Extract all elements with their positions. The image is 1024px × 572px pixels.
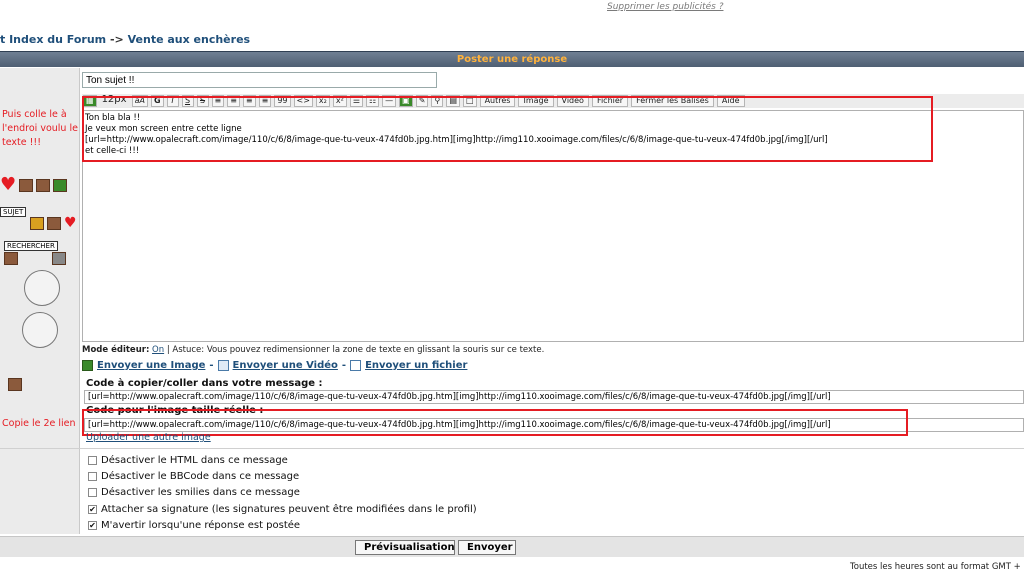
creeper-smiley-icon[interactable] bbox=[53, 178, 68, 192]
submit-button[interactable]: Envoyer bbox=[458, 540, 516, 555]
paste-annotation: Puis colle le à l'endroi voulu le texte … bbox=[2, 109, 78, 148]
option-label: Attacher sa signature (les signatures pe… bbox=[101, 503, 477, 515]
block-smiley-icon[interactable] bbox=[47, 216, 61, 230]
editor-tip: | Astuce: Vous pouvez redimensionner la … bbox=[164, 345, 545, 355]
editor-mode-label: Mode éditeur: bbox=[82, 345, 150, 355]
option-row[interactable]: Désactiver le HTML dans ce message bbox=[88, 452, 477, 468]
paste-highlight-box bbox=[82, 96, 933, 162]
option-checkbox[interactable]: ✔ bbox=[88, 504, 97, 514]
editor-mode-toggle[interactable]: On bbox=[152, 345, 164, 355]
breadcrumb-current-link[interactable]: Vente aux enchères bbox=[128, 33, 250, 46]
send-video-link[interactable]: Envoyer une Vidéo bbox=[233, 360, 338, 371]
subject-input[interactable] bbox=[82, 72, 437, 88]
sujet-tag-smiley[interactable]: SUJET bbox=[0, 207, 27, 217]
block-smiley-icon[interactable] bbox=[30, 216, 44, 230]
send-file-link[interactable]: Envoyer un fichier bbox=[365, 360, 467, 371]
copy-annotation: Copie le 2e lien bbox=[2, 418, 76, 429]
breadcrumb: t Index du Forum -> Vente aux enchères bbox=[0, 33, 250, 46]
post-options: Désactiver le HTML dans ce message Désact… bbox=[88, 452, 477, 533]
option-row[interactable]: ✔ Attacher sa signature (les signatures p… bbox=[88, 501, 477, 517]
option-label: M'avertir lorsqu'une réponse est postée bbox=[101, 519, 301, 531]
face-smiley-icon[interactable] bbox=[22, 312, 58, 348]
divider bbox=[0, 448, 1024, 449]
option-checkbox[interactable] bbox=[88, 488, 97, 498]
upload-links: Envoyer une Image - Envoyer une Vidéo - … bbox=[82, 360, 467, 371]
option-row[interactable]: ✔ M'avertir lorsqu'une réponse est postée bbox=[88, 517, 477, 533]
option-label: Désactiver le BBCode dans ce message bbox=[101, 470, 300, 482]
breadcrumb-index-link[interactable]: t Index du Forum bbox=[0, 33, 106, 46]
copy-code-label: Code à copier/coller dans votre message … bbox=[86, 378, 323, 389]
option-label: Désactiver le HTML dans ce message bbox=[101, 454, 288, 466]
option-row[interactable]: Désactiver le BBCode dans ce message bbox=[88, 468, 477, 484]
remove-ads-link[interactable]: Supprimer les publicités ? bbox=[607, 2, 723, 12]
block-smiley-icon[interactable] bbox=[8, 378, 22, 391]
file-upload-icon bbox=[350, 360, 362, 371]
copy-code-field[interactable]: [url=http://www.opalecraft.com/image/110… bbox=[84, 390, 1024, 404]
image-upload-icon bbox=[82, 360, 93, 371]
trollface-smiley-icon[interactable] bbox=[24, 270, 60, 306]
option-checkbox[interactable] bbox=[88, 471, 97, 481]
upload-another-link[interactable]: Uploader une autre image bbox=[86, 432, 211, 443]
smilies-panel: ♥ SUJET ♥ RECHERCHER bbox=[0, 172, 80, 352]
heart-smiley-icon[interactable]: ♥ bbox=[0, 176, 16, 194]
heart-smiley-icon[interactable]: ♥ bbox=[64, 214, 77, 232]
link-separator: - bbox=[209, 360, 214, 371]
option-row[interactable]: Désactiver les smilies dans ce message bbox=[88, 485, 477, 501]
rechercher-tag-smiley[interactable]: RECHERCHER bbox=[4, 241, 58, 251]
block-smiley-icon[interactable] bbox=[52, 252, 66, 265]
editor-mode-line: Mode éditeur: On | Astuce: Vous pouvez r… bbox=[82, 345, 544, 355]
preview-button[interactable]: Prévisualisation bbox=[355, 540, 455, 555]
block-smiley-icon[interactable] bbox=[36, 178, 51, 192]
block-smiley-icon[interactable] bbox=[4, 252, 18, 265]
link-separator: - bbox=[341, 360, 347, 371]
send-image-link[interactable]: Envoyer une Image bbox=[97, 360, 205, 371]
breadcrumb-separator: -> bbox=[106, 33, 128, 46]
option-checkbox[interactable] bbox=[88, 455, 97, 465]
option-checkbox[interactable]: ✔ bbox=[88, 520, 97, 530]
option-label: Désactiver les smilies dans ce message bbox=[101, 487, 300, 499]
block-smiley-icon[interactable] bbox=[19, 178, 34, 192]
video-upload-icon bbox=[217, 360, 229, 371]
post-reply-header: Poster une réponse bbox=[0, 51, 1024, 67]
